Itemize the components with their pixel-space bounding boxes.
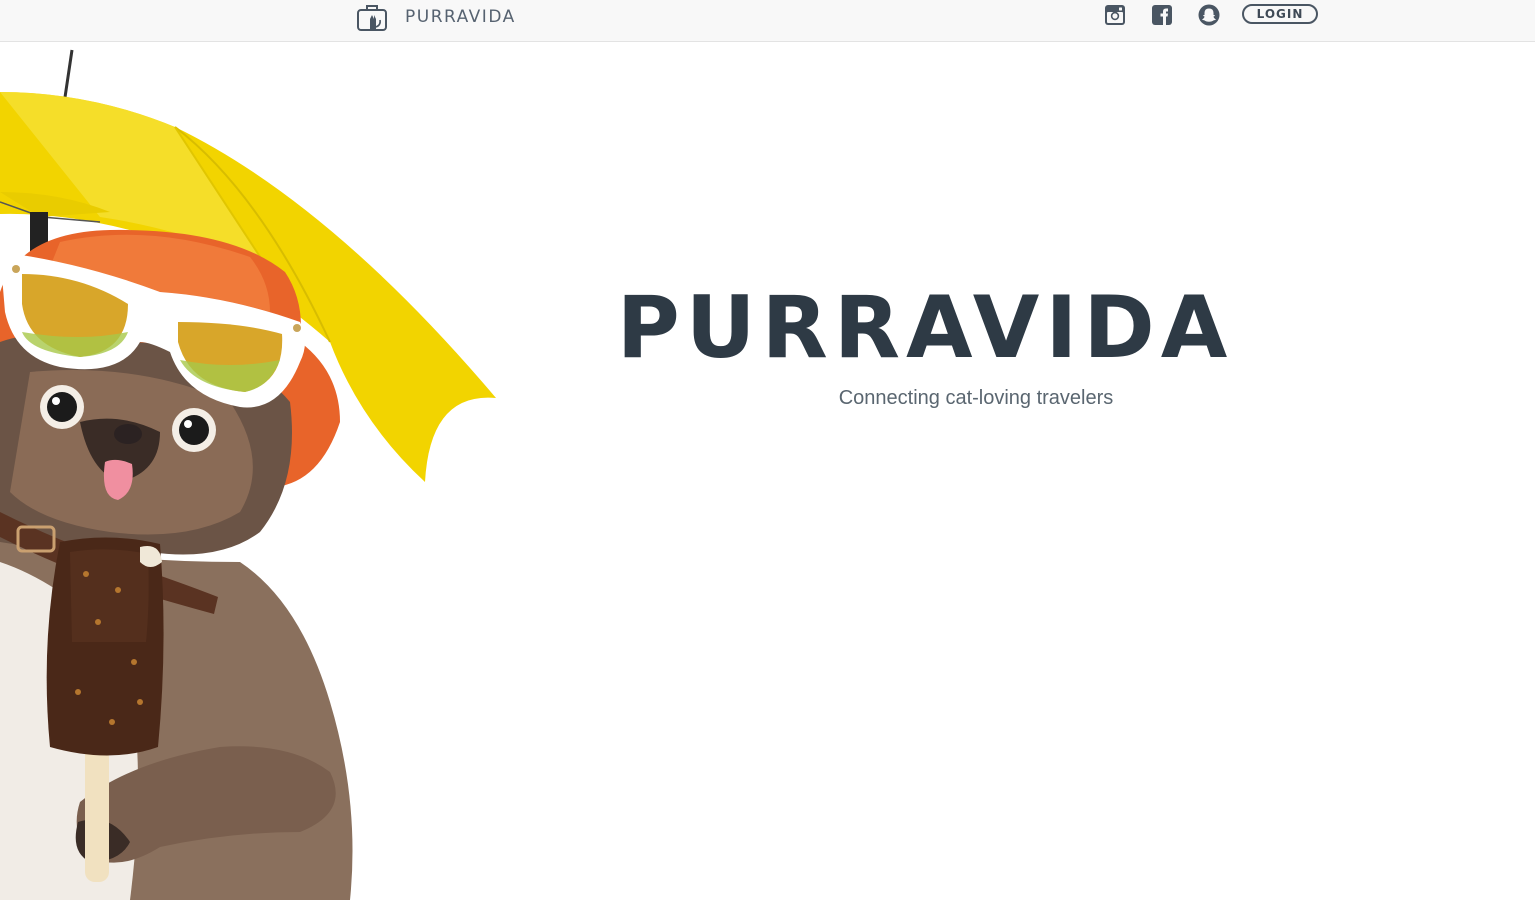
login-button[interactable]: LOGIN <box>1242 4 1318 24</box>
brand-link[interactable]: PURRAVIDA <box>356 3 516 31</box>
hero-subtitle: Connecting cat-loving travelers <box>838 387 1114 409</box>
instagram-link[interactable] <box>1104 4 1126 26</box>
brand-name: PURRAVIDA <box>405 7 516 27</box>
snapchat-icon <box>1198 4 1220 26</box>
suitcase-cat-icon <box>357 5 387 31</box>
facebook-link[interactable] <box>1151 4 1173 26</box>
facebook-icon <box>1152 5 1172 25</box>
top-navbar: PURRAVIDA LOGIN <box>0 0 1535 42</box>
hero-title: PURRAVIDA <box>616 278 1234 378</box>
snapchat-link[interactable] <box>1198 4 1220 26</box>
cat-with-umbrella-illustration <box>0 49 496 900</box>
instagram-icon <box>1105 5 1125 25</box>
